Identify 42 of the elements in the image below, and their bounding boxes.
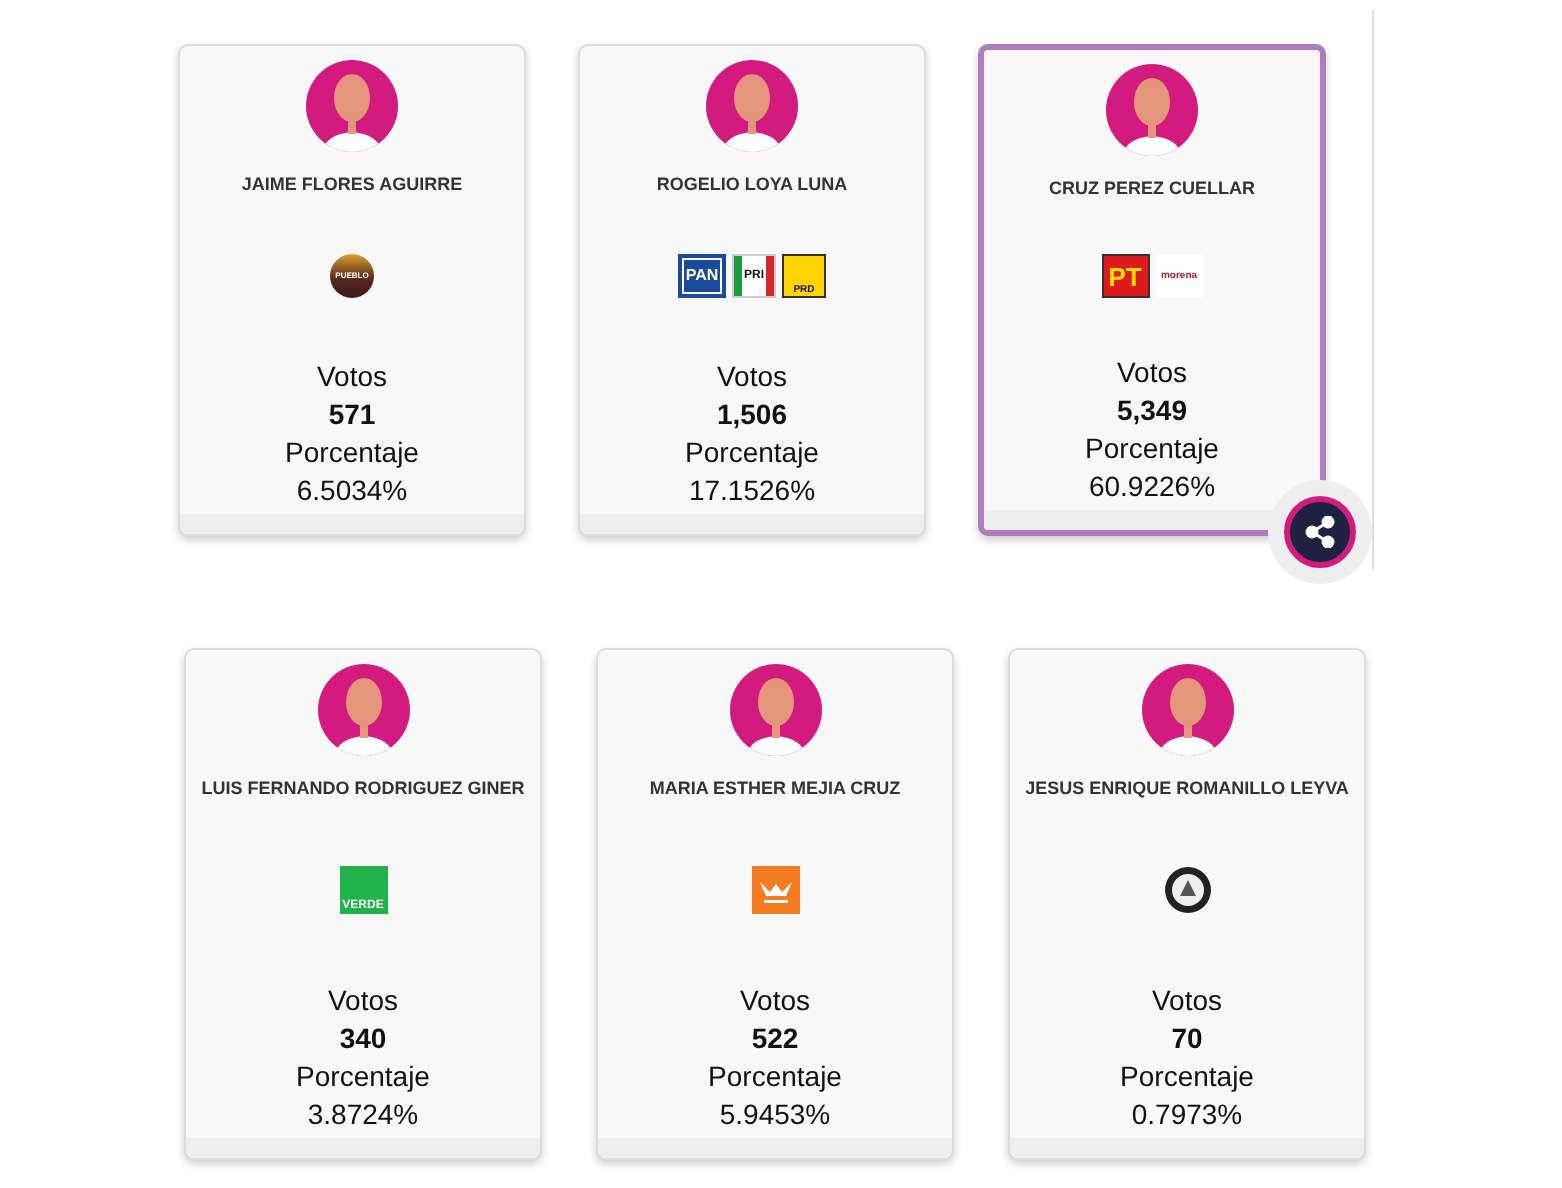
votes-count: 340 [339,1020,387,1058]
percent-value: 17.1526% [688,472,816,510]
percent-value: 6.5034% [296,472,408,510]
candidate-card[interactable]: MARIA ESTHER MEJIA CRUZ Votos 522 Porcentaje 5.9453% [596,648,954,1160]
percent-value: 3.8724% [307,1096,419,1134]
percent-label: Porcentaje [1085,430,1219,468]
percent-value: 0.7973% [1131,1096,1243,1134]
candidate-card[interactable]: JESUS ENRIQUE ROMANILLO LEYVA Votos 70 Porcentaje 0.7973% [1008,648,1366,1160]
candidate-name: MARIA ESTHER MEJIA CRUZ [649,778,901,798]
candidate-name: LUIS FERNANDO RODRIGUEZ GINER [201,778,525,798]
votes-label: Votos [327,982,399,1020]
percent-label: Porcentaje [708,1058,842,1096]
votes-label: Votos [1151,982,1223,1020]
percent-value: 5.9453% [719,1096,831,1134]
candidate-name: ROGELIO LOYA LUNA [656,174,848,194]
percent-label: Porcentaje [296,1058,430,1096]
percent-value: 60.9226% [1088,468,1216,506]
votes-label: Votos [739,982,811,1020]
votes-count: 522 [751,1020,799,1058]
votes-label: Votos [1116,354,1188,392]
candidate-name: JAIME FLORES AGUIRRE [241,174,463,194]
percent-label: Porcentaje [685,434,819,472]
party-logo: PAN [678,254,726,298]
votes-count: 5,349 [1116,392,1188,430]
share-icon [1304,516,1336,548]
avatar-icon [1141,664,1233,756]
votes-count: 1,506 [716,396,788,434]
seal-logo-icon [1163,866,1211,914]
avatar-icon [1106,64,1198,156]
votes-label: Votos [316,358,388,396]
votes-count: 571 [328,396,376,434]
avatar-icon [317,664,409,756]
avatar-icon [706,60,798,152]
candidate-name: JESUS ENRIQUE ROMANILLO LEYVA [1025,778,1349,798]
votes-label: Votos [716,358,788,396]
candidate-name: CRUZ PEREZ CUELLAR [1049,178,1255,198]
avatar-icon [306,60,398,152]
percent-label: Porcentaje [1120,1058,1254,1096]
party-logo: PT [1101,254,1149,298]
avatar-icon [729,664,821,756]
votes-count: 70 [1171,1020,1203,1058]
percent-label: Porcentaje [285,434,419,472]
